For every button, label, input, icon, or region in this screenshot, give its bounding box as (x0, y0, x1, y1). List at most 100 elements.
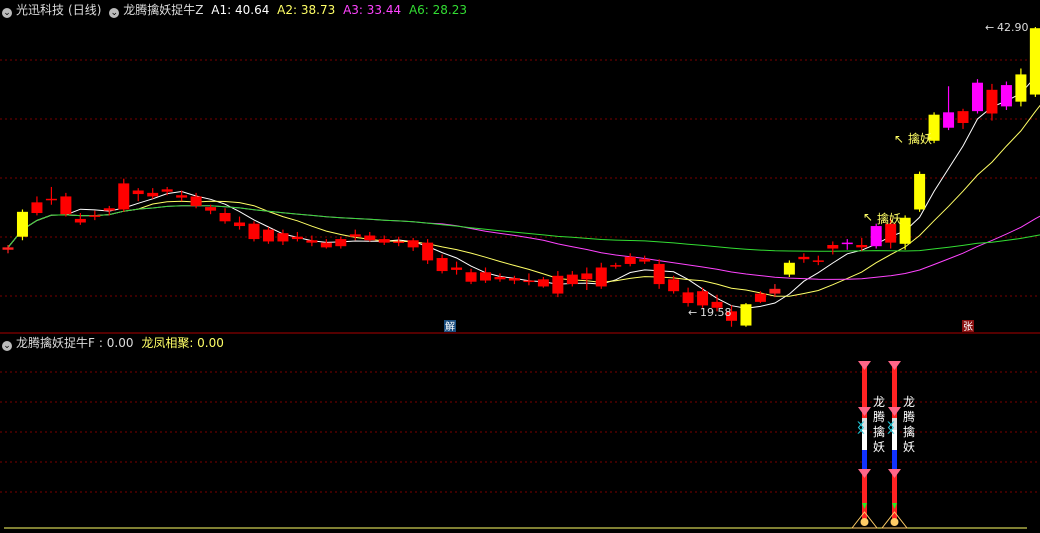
candle-body (277, 233, 289, 242)
candlesticks (2, 27, 1040, 327)
butterfly-icon: ᛝ (857, 421, 865, 436)
ma-line-a2 (7, 104, 1040, 297)
low-arrow-icon: ← (688, 306, 697, 319)
candle-body (74, 218, 86, 223)
candle-body (234, 222, 246, 227)
candle-body (581, 273, 593, 280)
candle-body (595, 267, 607, 287)
candle-body (523, 280, 535, 283)
candle-body (971, 82, 983, 112)
candle-body (697, 291, 709, 306)
candle-body (436, 258, 448, 272)
candle-body (103, 208, 115, 211)
candle-body (2, 247, 14, 250)
coin-icon (860, 518, 869, 526)
candle-body (219, 213, 231, 222)
qinyao-label-2: 擒妖 (908, 131, 932, 146)
candle-body (262, 229, 274, 242)
signal-char: 擒 (903, 424, 915, 439)
candle-body (480, 272, 492, 281)
gem-icon (888, 469, 901, 478)
candle-body (552, 275, 564, 294)
signal-char: 龙 (873, 395, 885, 409)
signal-char: 妖 (873, 440, 885, 454)
candle-body (335, 239, 347, 247)
candle-body (393, 241, 405, 243)
candle-body (45, 198, 57, 201)
candle-body (856, 245, 868, 248)
low-price-label: 19.58 (700, 306, 732, 319)
candle-body (841, 242, 853, 245)
price-chart[interactable]: 42.90 ← ← 19.58 ↖ 擒妖 ↖ 擒妖 解 张 ᛝ 龙 腾 擒 妖 (0, 0, 1040, 533)
candle-body (899, 217, 911, 244)
moving-average-lines (7, 73, 1040, 309)
gem-icon (858, 469, 871, 478)
zhang-marker: 张 (963, 321, 973, 333)
up-arrow-icon: ↖ (863, 210, 873, 224)
candle-body (349, 234, 361, 237)
candle-body (451, 267, 463, 270)
candle-body (668, 279, 680, 292)
candle-body (1029, 28, 1040, 95)
candle-body (364, 235, 376, 241)
qinyao-label-1: 擒妖 (877, 211, 901, 226)
candle-body (682, 292, 694, 304)
signal-column-1: ᛝ 龙 腾 擒 妖 (850, 361, 885, 529)
candle-body (161, 189, 173, 192)
candle-body (986, 89, 998, 114)
candle-body (306, 240, 318, 243)
candle-body (653, 263, 665, 285)
candle-body (508, 278, 520, 281)
candle-body (885, 223, 897, 243)
up-arrow-icon: ↖ (894, 132, 904, 146)
candle-body (783, 262, 795, 275)
candle-body (205, 207, 217, 211)
butterfly-icon: ᛝ (887, 421, 895, 436)
signal-char: 龙 (903, 395, 915, 409)
signal-column-2: ᛝ 龙 腾 擒 妖 (880, 361, 915, 529)
candle-body (537, 279, 549, 287)
gem-icon (888, 361, 901, 370)
candle-body (89, 215, 101, 217)
candle-body (914, 173, 926, 210)
candle-body (147, 192, 159, 197)
chart-annotations: 42.90 ← ← 19.58 ↖ 擒妖 ↖ 擒妖 (688, 21, 1029, 319)
candle-body (132, 190, 144, 195)
candle-body (190, 196, 202, 206)
gem-icon (888, 407, 901, 416)
candle-body (624, 256, 636, 264)
jie-marker: 解 (445, 320, 455, 333)
candle-body (754, 293, 766, 302)
gem-icon (858, 361, 871, 370)
candle-body (610, 265, 622, 267)
candle-body (320, 242, 332, 248)
candle-body (957, 111, 969, 123)
high-price-label: 42.90 (997, 21, 1029, 34)
candle-body (378, 239, 390, 243)
candle-body (31, 202, 43, 214)
candle-body (566, 274, 578, 285)
candle-body (60, 196, 72, 215)
candle-body (494, 276, 506, 280)
candle-body (870, 226, 882, 247)
candle-body (407, 240, 419, 248)
candle-body (291, 236, 303, 240)
signal-char: 腾 (873, 409, 885, 424)
signal-char: 腾 (903, 409, 915, 424)
candle-body (1000, 85, 1012, 107)
candle-body (827, 245, 839, 249)
candle-body (1015, 74, 1027, 102)
candle-body (769, 288, 781, 294)
candle-body (176, 195, 188, 198)
candle-body (943, 112, 955, 128)
candle-body (422, 242, 434, 261)
candle-body (248, 223, 260, 240)
signal-bar-blue (892, 450, 897, 470)
coin-icon (890, 518, 899, 526)
candle-body (798, 256, 810, 260)
signal-bar-blue (862, 450, 867, 470)
candle-body (740, 304, 752, 326)
candle-body (118, 183, 130, 210)
signal-char: 擒 (873, 424, 885, 439)
ma-line-a1 (7, 73, 1040, 309)
